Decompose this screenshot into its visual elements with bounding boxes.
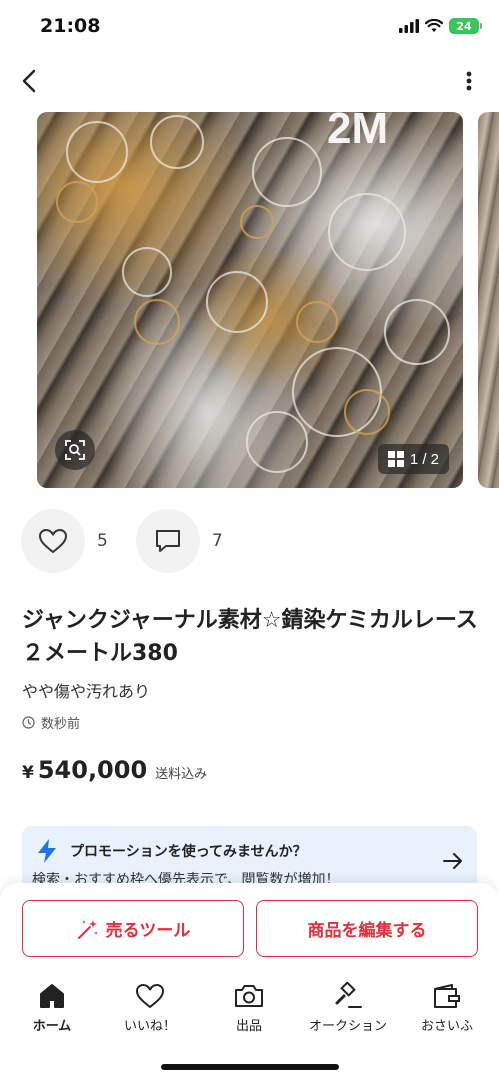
tab-sell[interactable]: 出品 xyxy=(199,981,299,1034)
more-options-button[interactable] xyxy=(459,66,479,96)
wifi-icon xyxy=(425,19,443,32)
edit-item-button[interactable]: 商品を編集する xyxy=(256,900,478,957)
item-actions: 5 7 xyxy=(21,509,251,573)
item-condition: やや傷や汚れあり xyxy=(22,682,151,701)
tab-wallet-label: おさいふ xyxy=(420,1019,473,1034)
gavel-icon xyxy=(335,982,362,1008)
status-icons: 24 xyxy=(399,18,482,34)
page-indicator-text: 1 / 2 xyxy=(409,450,439,468)
item-title: ジャンクジャーナル素材☆錆染ケミカルレース２メートル380 xyxy=(22,608,478,666)
wallet-icon xyxy=(434,984,460,1008)
posted-time: 数秒前 xyxy=(22,713,80,732)
heart-icon xyxy=(136,984,164,1008)
lightning-icon xyxy=(38,839,56,863)
tab-home-label: ホーム xyxy=(32,1019,72,1034)
product-photo[interactable]: 2M 1 / 2 xyxy=(37,112,463,488)
page-indicator: 1 / 2 xyxy=(377,444,449,474)
comment-icon xyxy=(155,530,180,552)
tab-auction[interactable]: オークション xyxy=(298,981,398,1034)
image-search-button[interactable] xyxy=(55,430,95,470)
image-search-icon xyxy=(65,440,85,460)
comment-button[interactable] xyxy=(135,509,200,573)
next-photo-preview[interactable] xyxy=(478,112,499,488)
like-button[interactable] xyxy=(21,509,85,573)
back-button[interactable] xyxy=(14,66,44,96)
photo-overlay-text: 2M xyxy=(327,112,389,153)
tab-sell-label: 出品 xyxy=(235,1019,262,1034)
more-vertical-icon xyxy=(466,71,472,91)
home-icon xyxy=(40,984,64,1008)
posted-time-text: 数秒前 xyxy=(41,717,81,732)
lace-pattern xyxy=(56,115,450,473)
status-bar: 21:08 24 xyxy=(0,0,499,56)
grid-icon xyxy=(387,451,404,467)
tab-likes-label: いいね！ xyxy=(123,1019,176,1034)
chevron-left-icon xyxy=(22,69,36,93)
sell-tools-button[interactable]: 売るツール xyxy=(22,900,244,957)
clock-icon xyxy=(22,716,35,729)
price: 540,000 xyxy=(37,756,148,784)
tab-wallet[interactable]: おさいふ xyxy=(397,981,497,1034)
bottom-action-bar: 売るツール 商品を編集する xyxy=(0,883,499,969)
battery-icon: 24 xyxy=(449,18,482,34)
tab-home[interactable]: ホーム xyxy=(2,981,102,1034)
like-count: 5 xyxy=(97,531,108,551)
magic-wand-icon xyxy=(77,919,98,939)
shipping-label: 送料込み xyxy=(155,767,208,782)
sell-tools-label: 売るツール xyxy=(105,921,191,941)
price-symbol: ¥ xyxy=(22,763,34,783)
camera-icon xyxy=(235,985,263,1007)
status-time: 21:08 xyxy=(40,15,101,37)
tab-likes[interactable]: いいね！ xyxy=(100,981,200,1034)
price-row: ¥ 540,000 送料込み xyxy=(22,756,207,784)
battery-level: 24 xyxy=(456,19,472,33)
comment-count: 7 xyxy=(211,531,223,551)
home-indicator xyxy=(161,1064,339,1070)
signal-icon xyxy=(399,19,419,33)
promotion-title: プロモーションを使ってみませんか？ xyxy=(70,844,307,860)
edit-item-label: 商品を編集する xyxy=(307,921,427,941)
tab-auction-label: オークション xyxy=(308,1019,387,1034)
heart-icon xyxy=(39,529,67,553)
image-carousel[interactable]: 2M 1 / 2 xyxy=(0,112,499,488)
arrow-right-icon xyxy=(443,853,462,869)
